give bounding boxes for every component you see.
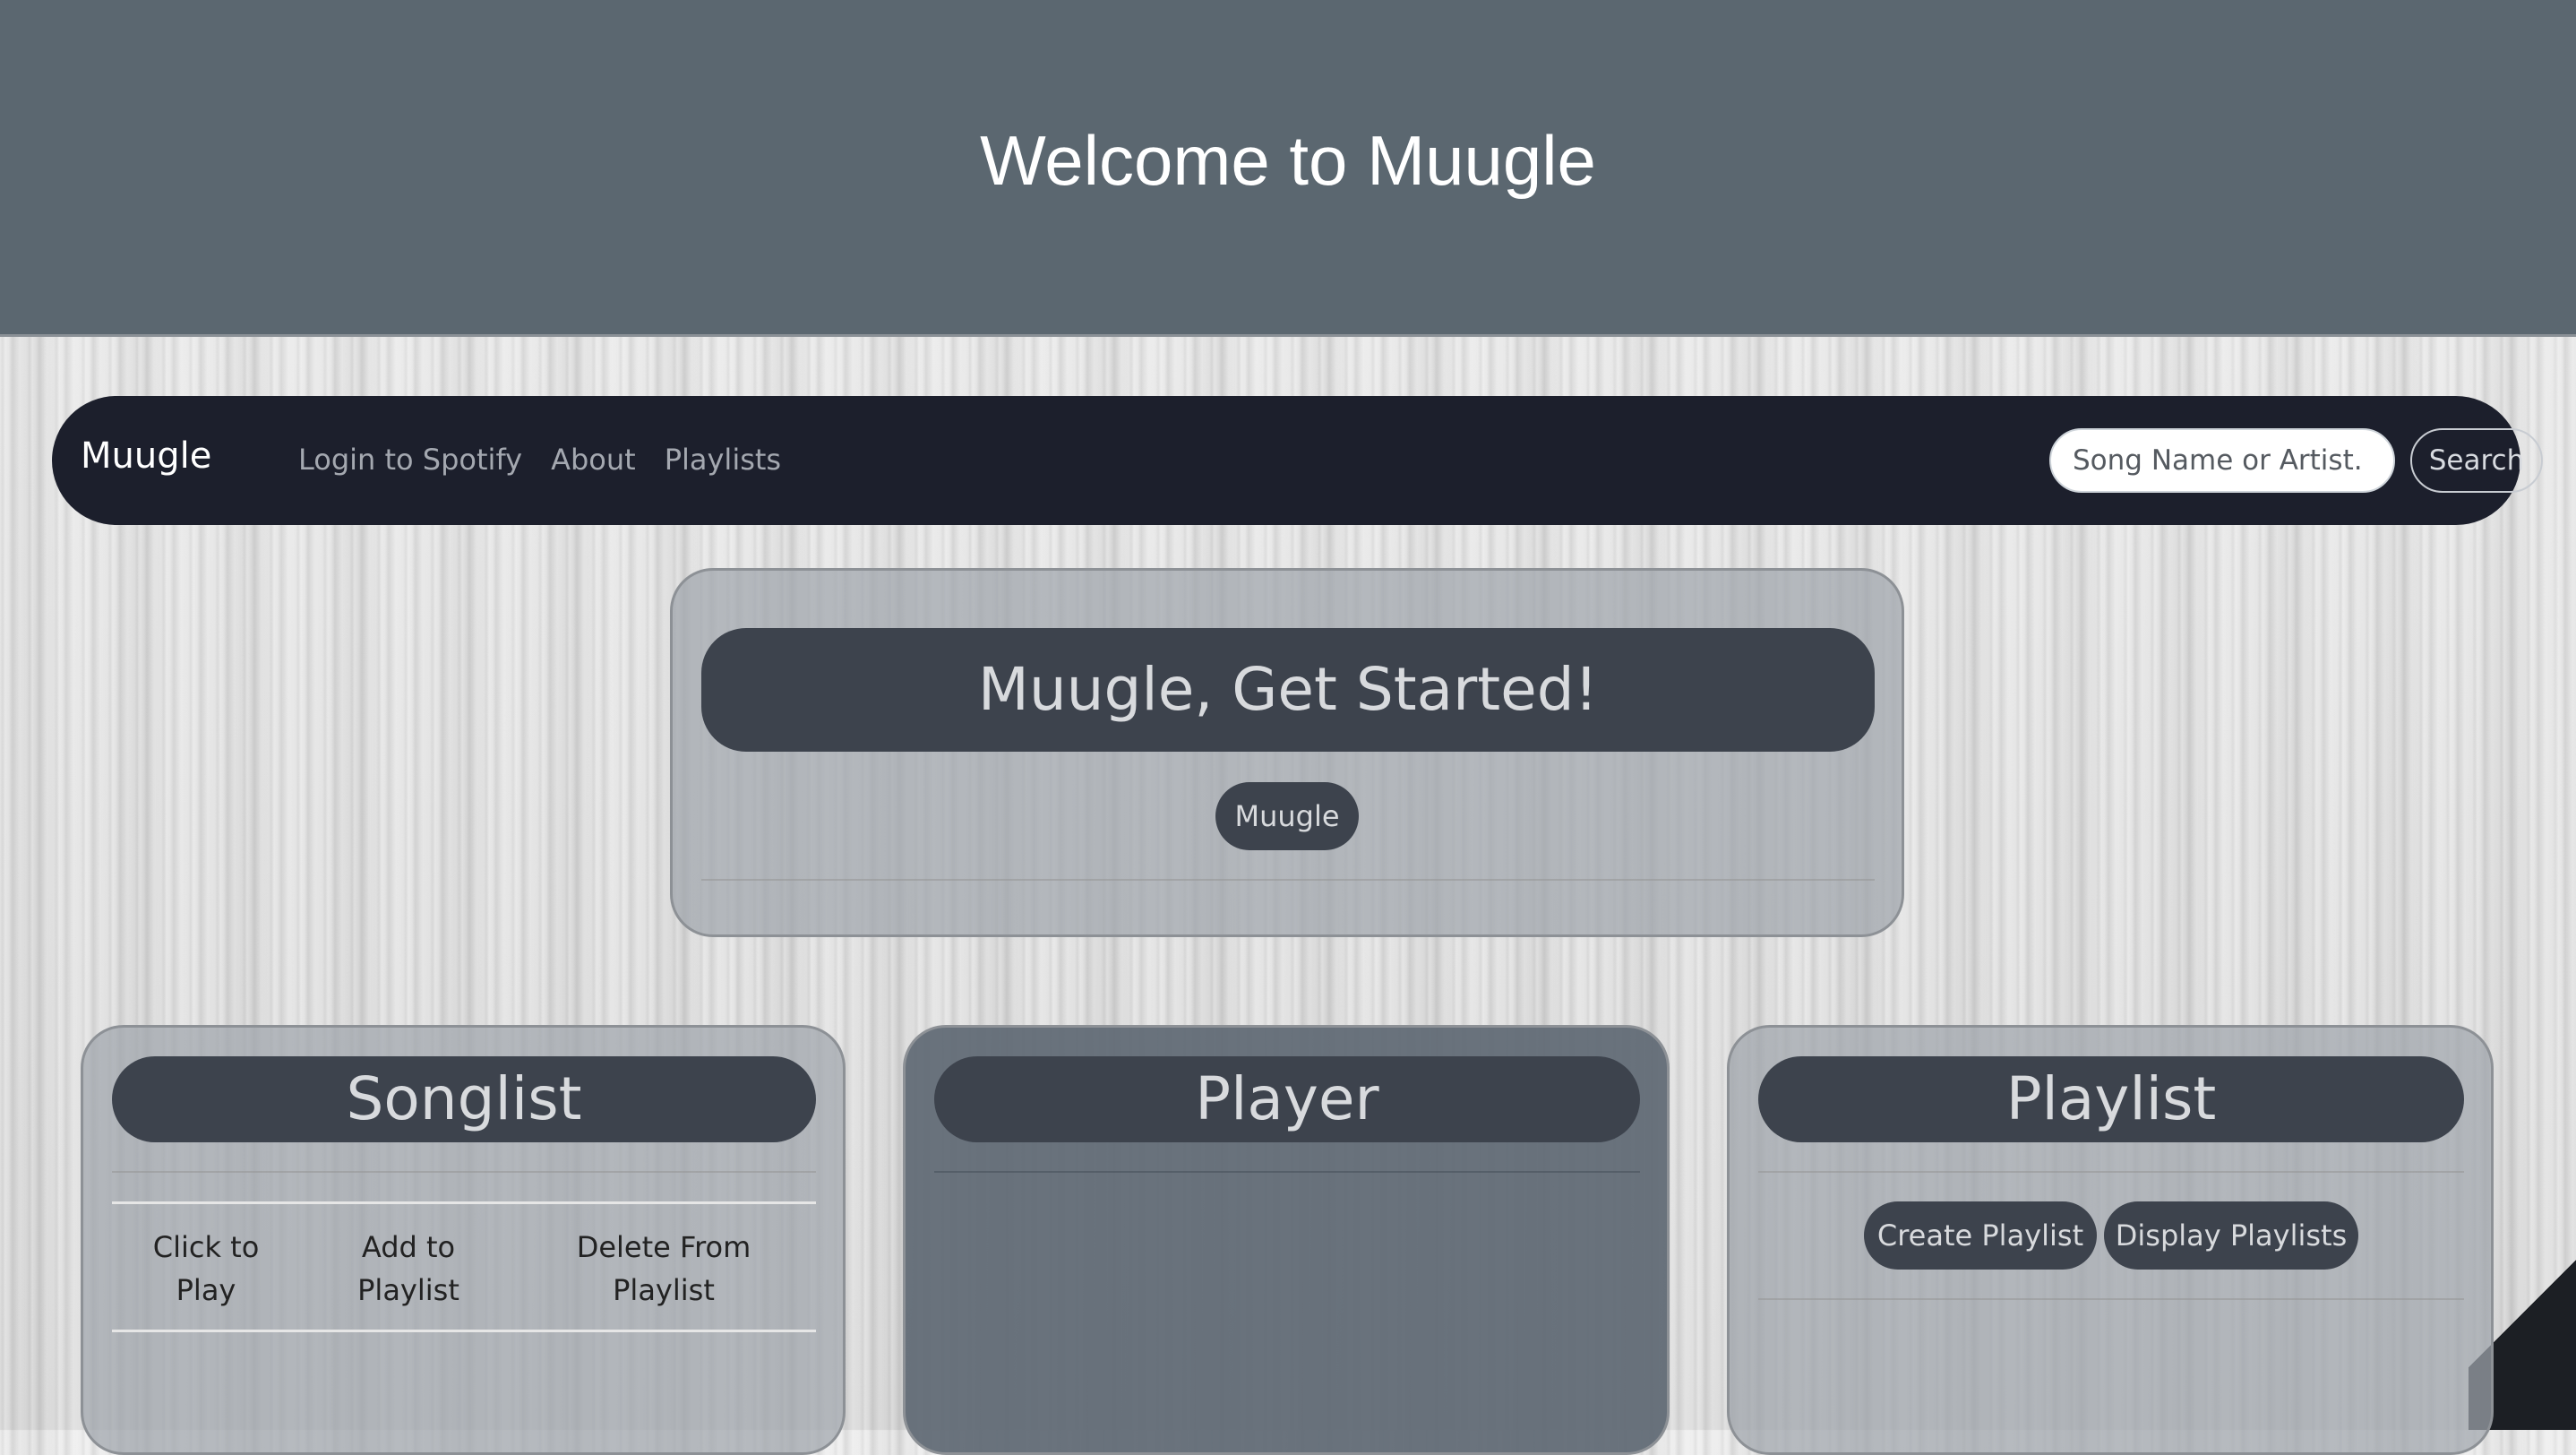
muugle-button[interactable]: Muugle: [1215, 782, 1359, 850]
player-title: Player: [934, 1056, 1640, 1142]
header-banner: Welcome to Muugle: [0, 0, 2576, 337]
player-card: Player: [903, 1025, 1670, 1455]
nav-link-about[interactable]: About: [551, 443, 636, 477]
display-playlists-button[interactable]: Display Playlists: [2104, 1201, 2358, 1270]
nav-link-login-spotify[interactable]: Login to Spotify: [298, 443, 522, 477]
search-button[interactable]: Search: [2410, 428, 2543, 493]
column-header-click-to-play: Click to Play: [152, 1230, 260, 1307]
songlist-table: Click to Play Add to Playlist Delete Fro…: [112, 1201, 816, 1332]
divider: [701, 879, 1875, 881]
playlist-card: Playlist Create Playlist Display Playlis…: [1727, 1025, 2494, 1455]
songlist-title: Songlist: [112, 1056, 816, 1142]
nav-links: Login to Spotify About Playlists: [298, 443, 781, 477]
get-started-title: Muugle, Get Started!: [701, 628, 1875, 752]
divider: [1758, 1298, 2464, 1300]
create-playlist-button[interactable]: Create Playlist: [1864, 1201, 2097, 1270]
get-started-card: Muugle, Get Started! Muugle: [670, 568, 1904, 937]
divider: [112, 1171, 816, 1173]
navbar: Muugle Login to Spotify About Playlists …: [52, 396, 2543, 525]
column-header-add-to-playlist: Add to Playlist: [357, 1230, 459, 1307]
navbar-brand[interactable]: Muugle: [81, 435, 211, 477]
search-input[interactable]: [2049, 428, 2395, 493]
nav-link-playlists[interactable]: Playlists: [665, 443, 781, 477]
column-header-delete-from-playlist: Delete From Playlist: [576, 1230, 751, 1307]
divider: [1758, 1171, 2464, 1173]
playlist-title: Playlist: [1758, 1056, 2464, 1142]
divider: [934, 1171, 1640, 1173]
page-title: Welcome to Muugle: [980, 121, 1596, 200]
songlist-card: Songlist Click to Play Add to Playlist D…: [81, 1025, 846, 1455]
